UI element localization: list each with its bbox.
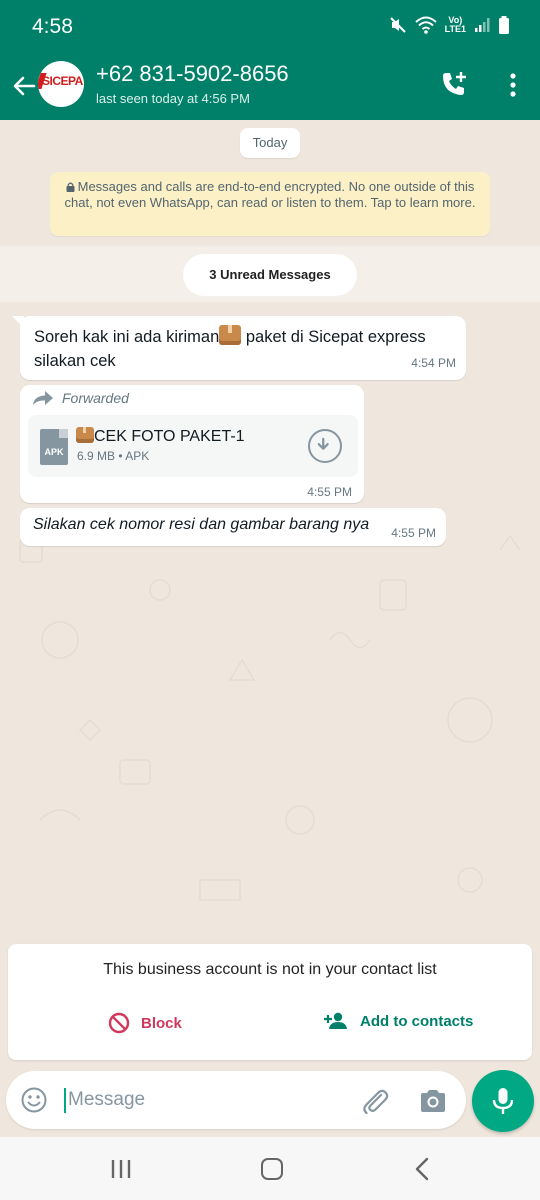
lock-icon: [66, 182, 75, 192]
file-attachment[interactable]: APK CEK FOTO PAKET-1 6.9 MB • APK: [28, 415, 358, 477]
unread-messages-label: 3 Unread Messages: [183, 254, 357, 296]
microphone-icon: [492, 1088, 514, 1114]
business-notice: This business account is not in your con…: [103, 961, 437, 978]
system-nav-bar: [0, 1137, 540, 1200]
emoji-icon[interactable]: [21, 1087, 47, 1113]
file-meta: 6.9 MB • APK: [77, 449, 150, 463]
message-time: 4:54 PM: [411, 356, 456, 370]
status-icons: Vo) LTE1: [389, 16, 510, 34]
message-text-start: Soreh kak ini ada kiriman: [34, 328, 220, 346]
block-icon: [108, 1012, 130, 1034]
battery-icon: [499, 16, 509, 34]
back-arrow-icon[interactable]: [10, 72, 38, 100]
message-input[interactable]: [68, 1087, 348, 1113]
file-name-text: CEK FOTO PAKET-1: [94, 428, 245, 445]
home-icon[interactable]: [261, 1158, 283, 1180]
nav-back-icon[interactable]: [414, 1157, 430, 1181]
message-text: Silakan cek nomor resi dan gambar barang…: [33, 516, 370, 533]
signal-icon: [475, 18, 490, 32]
add-person-icon: [324, 1012, 347, 1029]
block-label: Block: [141, 1014, 182, 1032]
add-to-contacts-button[interactable]: Add to contacts: [324, 1012, 473, 1030]
attach-icon[interactable]: [360, 1086, 390, 1116]
add-to-contacts-label: Add to contacts: [360, 1012, 474, 1030]
camera-icon[interactable]: [418, 1087, 448, 1115]
message-time: 4:55 PM: [307, 485, 352, 499]
mute-icon: [389, 17, 406, 33]
encryption-notice[interactable]: Messages and calls are end-to-end encryp…: [50, 172, 490, 236]
forwarded-label: Forwarded: [32, 390, 129, 406]
status-time: 4:58: [32, 15, 73, 38]
package-emoji-icon: [219, 325, 242, 345]
contact-name[interactable]: +62 831-5902-8656: [96, 61, 289, 87]
wifi-icon: [414, 16, 437, 34]
message-bubble[interactable]: Silakan cek nomor resi dan gambar barang…: [20, 508, 446, 546]
forward-icon: [33, 391, 53, 405]
encryption-notice-text: Messages and calls are end-to-end encryp…: [64, 179, 476, 210]
text-cursor: [64, 1088, 66, 1113]
chat-area[interactable]: Today Messages and calls are end-to-end …: [0, 120, 540, 940]
recents-icon[interactable]: [110, 1159, 132, 1179]
voice-message-button[interactable]: [472, 1070, 534, 1132]
lte-label: LTE1: [444, 24, 466, 34]
bubble-tail: [12, 316, 24, 328]
message-composer: [6, 1071, 466, 1129]
more-vertical-icon[interactable]: [508, 72, 518, 98]
last-seen: last seen today at 4:56 PM: [96, 91, 250, 106]
forwarded-text: Forwarded: [62, 390, 129, 406]
business-account-card: This business account is not in your con…: [8, 944, 532, 1060]
package-emoji-icon: [76, 427, 94, 443]
download-icon[interactable]: [308, 429, 342, 463]
file-name: CEK FOTO PAKET-1: [76, 427, 245, 446]
date-separator: Today: [240, 128, 300, 158]
message-time: 4:55 PM: [391, 526, 436, 540]
network-type-label: Vo) LTE1: [445, 16, 466, 34]
status-bar: 4:58 Vo) LTE1: [0, 0, 540, 52]
avatar-logo-text: SICEPA: [42, 74, 83, 88]
chat-header: SICEPA +62 831-5902-8656 last seen today…: [0, 52, 540, 120]
message-bubble[interactable]: Soreh kak ini ada kiriman paket di Sicep…: [12, 316, 466, 380]
block-button[interactable]: Block: [108, 1012, 182, 1034]
avatar[interactable]: SICEPA: [38, 61, 84, 107]
message-bubble-file[interactable]: Forwarded APK CEK FOTO PAKET-1 6.9 MB • …: [20, 385, 364, 503]
apk-file-icon: APK: [40, 429, 68, 465]
add-call-icon[interactable]: [440, 70, 468, 98]
